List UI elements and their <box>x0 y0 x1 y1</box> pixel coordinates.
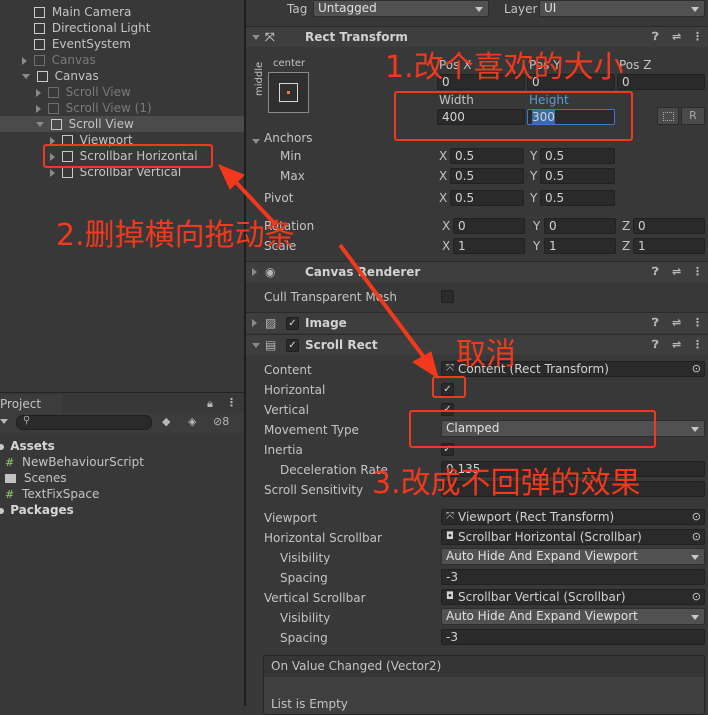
annotation-arrows <box>218 164 439 380</box>
annotation-step2: 2.删掉横向拖动条 <box>56 218 295 253</box>
annotation-cancel: 取消 <box>456 337 516 372</box>
annotation-step3: 3.改成不回弹的效果 <box>372 466 641 501</box>
arrow-to-horizontal <box>338 243 428 362</box>
arrow-head-horizontal <box>412 351 439 380</box>
annotation-step1: 1.改个喜欢的大小 <box>385 50 624 85</box>
